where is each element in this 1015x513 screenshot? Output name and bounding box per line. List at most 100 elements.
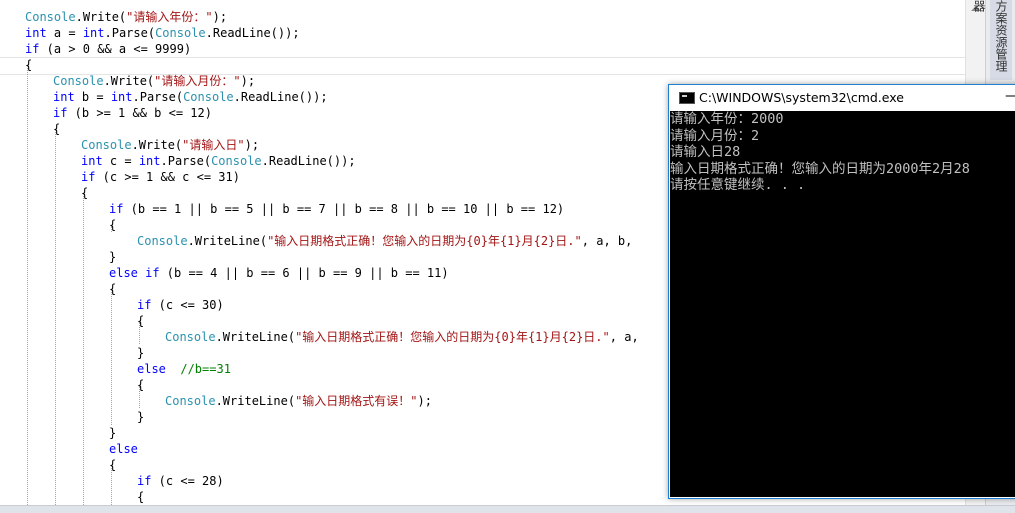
code-token: (b >= 1 && b <= 12): [67, 106, 212, 120]
code-token: }: [137, 346, 145, 360]
code-token: Console: [165, 394, 216, 408]
code-token: Console: [25, 10, 76, 24]
code-token: if: [137, 474, 152, 488]
code-token: int: [25, 26, 47, 40]
code-token: {: [137, 490, 145, 504]
code-token: .ReadLine());: [261, 154, 356, 168]
code-line: }: [109, 249, 116, 265]
code-line: else if (b == 4 || b == 6 || b == 9 || b…: [109, 265, 449, 281]
code-token: int: [81, 154, 103, 168]
code-token: //b==31: [180, 362, 231, 376]
code-token: (c <= 30): [151, 298, 224, 312]
code-token: );: [417, 394, 432, 408]
code-token: else: [109, 442, 138, 456]
cmd-window[interactable]: C:\WINDOWS\system32\cmd.exe — 请输入年份：2000…: [668, 84, 1015, 499]
code-token: .WriteLine(: [215, 330, 296, 344]
cmd-titlebar[interactable]: C:\WINDOWS\system32\cmd.exe —: [669, 85, 1015, 111]
code-token: }: [137, 410, 145, 424]
code-line: {: [137, 489, 144, 505]
code-token: int: [82, 26, 105, 40]
code-line: }: [137, 345, 144, 361]
code-token: .Parse(: [132, 90, 184, 104]
code-token: Console: [53, 74, 104, 88]
code-token: if: [137, 298, 152, 312]
code-line: int a = int.Parse(Console.ReadLine());: [25, 25, 300, 41]
code-line: }: [137, 409, 144, 425]
code-token: "请输入日": [182, 138, 245, 152]
code-line: if (b >= 1 && b <= 12): [53, 105, 212, 121]
code-token: if: [25, 42, 40, 56]
console-line: 请按任意键继续. . .: [670, 177, 806, 193]
indent-guide: [111, 290, 112, 425]
code-line: {: [137, 377, 144, 393]
code-token: if: [109, 202, 124, 216]
code-token: {: [25, 58, 33, 72]
code-token: .WriteLine(: [187, 234, 268, 248]
code-token: {: [137, 378, 145, 392]
code-token: Console: [81, 138, 132, 152]
code-token: Console: [183, 90, 234, 104]
code-token: .: [75, 10, 83, 24]
code-token: Console: [155, 26, 206, 40]
code-token: "输入日期格式正确！您输入的日期为{0}年{1}月{2}日.": [295, 330, 610, 344]
code-token: , a,: [609, 330, 639, 344]
code-token: c =: [102, 154, 139, 168]
code-token: "输入日期格式正确！您输入的日期为{0}年{1}月{2}日.": [267, 234, 582, 248]
console-output[interactable]: 请输入年份：2000 请输入月份：2 请输入日28 输入日期格式正确！您输入的日…: [670, 111, 1015, 497]
code-line: else //b==31: [137, 361, 231, 377]
code-token: b =: [74, 90, 111, 104]
console-line: 请输入月份：2: [670, 127, 760, 144]
code-token: "请输入月份：": [154, 74, 241, 88]
code-line: {: [53, 121, 60, 137]
minimize-button[interactable]: —: [1005, 88, 1015, 104]
code-token: );: [240, 74, 256, 88]
code-token: "请输入年份：": [126, 10, 213, 24]
code-line: Console.Write("请输入日");: [81, 137, 259, 153]
code-token: a =: [46, 26, 83, 40]
code-token: (c >= 1 && c <= 31): [95, 170, 240, 184]
code-token: .ReadLine());: [205, 26, 300, 40]
code-token: else if: [109, 266, 160, 280]
code-line: {: [81, 185, 88, 201]
code-token: {: [81, 186, 89, 200]
code-token: {: [109, 458, 117, 472]
code-token: Console: [211, 154, 262, 168]
indent-guide: [55, 130, 56, 505]
code-token: {: [109, 282, 117, 296]
console-line: 输入日期格式正确！您输入的日期为2000年2月28: [670, 160, 970, 177]
code-token: , a, b,: [581, 234, 633, 248]
cmd-window-title: C:\WINDOWS\system32\cmd.exe: [699, 90, 904, 105]
console-line: 请输入年份：2000: [670, 111, 784, 127]
code-line: if (b == 1 || b == 5 || b == 7 || b == 8…: [109, 201, 564, 217]
code-token: else: [137, 362, 166, 376]
code-token: .Parse(: [160, 154, 212, 168]
code-token: if: [81, 170, 96, 184]
code-line: Console.Write("请输入年份：");: [25, 9, 227, 25]
code-line: if (c <= 28): [137, 473, 224, 489]
code-line: {: [109, 217, 116, 233]
code-token: (b == 4 || b == 6 || b == 9 || b == 11): [159, 266, 449, 280]
code-line: int c = int.Parse(Console.ReadLine());: [81, 153, 356, 169]
code-line: int b = int.Parse(Console.ReadLine());: [53, 89, 328, 105]
code-token: );: [212, 10, 228, 24]
code-token: (c <= 28): [151, 474, 224, 488]
code-line: if (c <= 30): [137, 297, 224, 313]
code-line: if (c >= 1 && c <= 31): [81, 169, 240, 185]
code-token: int: [53, 90, 75, 104]
code-line: {: [109, 457, 116, 473]
cmd-app-icon[interactable]: [679, 92, 695, 104]
code-token: int: [110, 90, 133, 104]
code-line: Console.WriteLine("输入日期格式正确！您输入的日期为{0}年{…: [165, 329, 639, 345]
solution-explorer-tab[interactable]: 方案资源管理器: [972, 0, 1012, 80]
code-line: {: [109, 281, 116, 297]
code-line: else: [109, 441, 138, 457]
code-line: Console.WriteLine("输入日期格式有误！");: [165, 393, 432, 409]
code-token: Write(: [82, 10, 127, 24]
code-token: {: [137, 314, 145, 328]
code-token: if: [53, 106, 68, 120]
code-line: }: [109, 425, 116, 441]
code-token: );: [244, 138, 260, 152]
code-token: {: [109, 218, 117, 232]
code-token: (a > 0 && a <= 9999): [39, 42, 192, 56]
